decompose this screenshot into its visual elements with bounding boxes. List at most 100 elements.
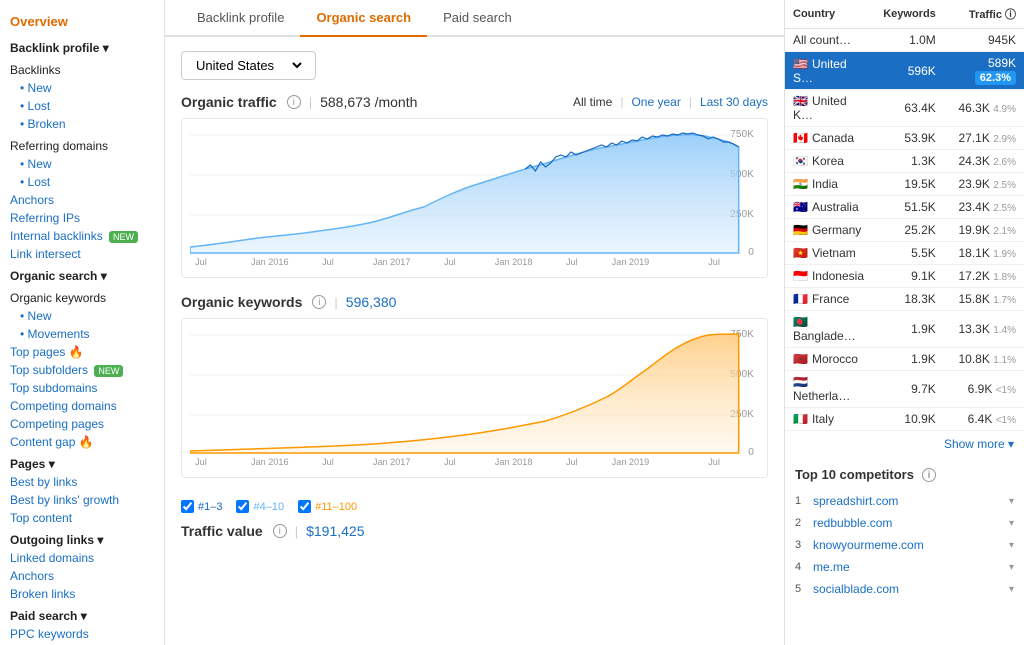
legend-item-11-100[interactable]: #11–100	[298, 500, 357, 513]
time-sep1: |	[620, 95, 623, 109]
organic-keywords-value: 596,380	[346, 294, 397, 310]
country-name-4: 🇮🇳India	[785, 173, 875, 196]
tab-bar: Backlink profile Organic search Paid sea…	[165, 0, 784, 37]
country-traffic-4: 23.9K 2.5%	[944, 173, 1024, 196]
competitor-item-2[interactable]: 3 knowyourmeme.com ▾	[795, 534, 1014, 556]
sidebar-item-broken-backlinks[interactable]: • Broken	[0, 115, 164, 133]
right-panel: Country Keywords Traffic ⓘ All count… 1.…	[784, 0, 1024, 645]
sidebar-item-top-pages[interactable]: Top pages 🔥	[0, 343, 164, 361]
sidebar-item-competing-pages[interactable]: Competing pages	[0, 415, 164, 433]
tab-paid-search[interactable]: Paid search	[427, 0, 528, 37]
competitors-section: Top 10 competitors i 1 spreadshirt.com ▾…	[785, 457, 1024, 610]
legend-checkbox-11-100[interactable]	[298, 500, 311, 513]
country-traffic-0: 589K 62.3%	[944, 52, 1024, 90]
country-name-13: 🇮🇹Italy	[785, 408, 875, 431]
svg-text:Jan 2017: Jan 2017	[373, 457, 411, 467]
country-traffic-5: 23.4K 2.5%	[944, 196, 1024, 219]
competitor-item-1[interactable]: 2 redbubble.com ▾	[795, 512, 1014, 534]
sidebar-item-movements[interactable]: • Movements	[0, 325, 164, 343]
competitor-item-0[interactable]: 1 spreadshirt.com ▾	[795, 490, 1014, 512]
svg-text:0: 0	[748, 247, 754, 258]
sidebar-item-anchors-2[interactable]: Anchors	[0, 567, 164, 585]
country-row-10[interactable]: 🇧🇩Banglade… 1.9K 13.3K 1.4%	[785, 311, 1024, 348]
sidebar-item-lost-referring[interactable]: • Lost	[0, 173, 164, 191]
tv-separator: |	[295, 524, 298, 539]
sidebar-item-top-subdomains[interactable]: Top subdomains	[0, 379, 164, 397]
time-last-30[interactable]: Last 30 days	[700, 95, 768, 109]
sidebar-item-new-referring[interactable]: • New	[0, 155, 164, 173]
sidebar-item-best-by-links-growth[interactable]: Best by links' growth	[0, 491, 164, 509]
competitor-name-2: knowyourmeme.com	[813, 538, 1007, 552]
country-row-11[interactable]: 🇲🇦Morocco 1.9K 10.8K 1.1%	[785, 348, 1024, 371]
competitors-title: Top 10 competitors i	[795, 467, 1014, 482]
sidebar-item-new-organic[interactable]: • New	[0, 307, 164, 325]
sidebar-item-lost-backlinks[interactable]: • Lost	[0, 97, 164, 115]
sidebar-section-organic-search[interactable]: Organic search ▾	[0, 263, 164, 285]
sidebar-item-competing-domains[interactable]: Competing domains	[0, 397, 164, 415]
sidebar-item-best-by-links[interactable]: Best by links	[0, 473, 164, 491]
country-traffic-11: 10.8K 1.1%	[944, 348, 1024, 371]
country-row-0[interactable]: 🇺🇸United S… 596K 589K 62.3%	[785, 52, 1024, 90]
sidebar-item-content-gap[interactable]: Content gap 🔥	[0, 433, 164, 451]
svg-text:Jul: Jul	[444, 457, 456, 467]
legend-label-1-3: #1–3	[198, 501, 222, 513]
sidebar-section-outgoing-links[interactable]: Outgoing links ▾	[0, 527, 164, 549]
country-row-13[interactable]: 🇮🇹Italy 10.9K 6.4K <1%	[785, 408, 1024, 431]
country-table-header: Country Keywords Traffic ⓘ	[785, 0, 1024, 29]
sidebar-overview[interactable]: Overview	[0, 8, 164, 35]
sidebar-item-broken-links[interactable]: Broken links	[0, 585, 164, 603]
country-row-7[interactable]: 🇻🇳Vietnam 5.5K 18.1K 1.9%	[785, 242, 1024, 265]
sidebar-item-linked-domains[interactable]: Linked domains	[0, 549, 164, 567]
sidebar-item-top-content[interactable]: Top content	[0, 509, 164, 527]
country-keywords-0: 596K	[875, 52, 944, 90]
sidebar-item-referring-ips[interactable]: Referring IPs	[0, 209, 164, 227]
svg-text:Jul: Jul	[708, 457, 720, 467]
legend-checkbox-1-3[interactable]	[181, 500, 194, 513]
country-name-1: 🇬🇧United K…	[785, 90, 875, 127]
legend-item-1-3[interactable]: #1–3	[181, 500, 222, 513]
sidebar-section-backlink-profile[interactable]: Backlink profile ▾	[0, 35, 164, 57]
country-selector-wrapper: United States All countries United Kingd…	[181, 51, 768, 94]
tab-backlink-profile[interactable]: Backlink profile	[181, 0, 300, 37]
country-name-8: 🇮🇩Indonesia	[785, 265, 875, 288]
country-traffic-1: 46.3K 4.9%	[944, 90, 1024, 127]
info-icon-comp: i	[922, 468, 936, 482]
sidebar-section-paid-search[interactable]: Paid search ▾	[0, 603, 164, 625]
competitor-item-3[interactable]: 4 me.me ▾	[795, 556, 1014, 578]
country-row-9[interactable]: 🇫🇷France 18.3K 15.8K 1.7%	[785, 288, 1024, 311]
sidebar-item-top-subfolders[interactable]: Top subfolders NEW	[0, 361, 164, 379]
time-one-year[interactable]: One year	[631, 95, 680, 109]
time-all[interactable]: All time	[573, 95, 612, 109]
sidebar-item-internal-backlinks[interactable]: Internal backlinks NEW	[0, 227, 164, 245]
info-icon-traffic: i	[287, 95, 301, 109]
new-badge: NEW	[109, 231, 138, 243]
sidebar-section-pages[interactable]: Pages ▾	[0, 451, 164, 473]
all-countries-row[interactable]: All count… 1.0M 945K	[785, 29, 1024, 52]
country-row-4[interactable]: 🇮🇳India 19.5K 23.9K 2.5%	[785, 173, 1024, 196]
legend-item-4-10[interactable]: #4–10	[236, 500, 284, 513]
country-row-5[interactable]: 🇦🇺Australia 51.5K 23.4K 2.5%	[785, 196, 1024, 219]
country-selector[interactable]: United States All countries United Kingd…	[181, 51, 316, 80]
show-more-btn[interactable]: Show more ▾	[785, 431, 1024, 457]
country-traffic-6: 19.9K 2.1%	[944, 219, 1024, 242]
tab-organic-search[interactable]: Organic search	[300, 0, 427, 37]
sidebar-item-ppc-keywords[interactable]: PPC keywords	[0, 625, 164, 643]
country-name-0: 🇺🇸United S…	[785, 52, 875, 90]
legend-checkbox-4-10[interactable]	[236, 500, 249, 513]
country-row-12[interactable]: 🇳🇱Netherla… 9.7K 6.9K <1%	[785, 371, 1024, 408]
sidebar-item-new-backlinks[interactable]: • New	[0, 79, 164, 97]
sidebar-item-anchors-1[interactable]: Anchors	[0, 191, 164, 209]
country-row-1[interactable]: 🇬🇧United K… 63.4K 46.3K 4.9%	[785, 90, 1024, 127]
competitor-name-3: me.me	[813, 560, 1007, 574]
country-name-7: 🇻🇳Vietnam	[785, 242, 875, 265]
country-row-3[interactable]: 🇰🇷Korea 1.3K 24.3K 2.6%	[785, 150, 1024, 173]
sidebar-item-link-intersect[interactable]: Link intersect	[0, 245, 164, 263]
country-row-8[interactable]: 🇮🇩Indonesia 9.1K 17.2K 1.8%	[785, 265, 1024, 288]
country-keywords-10: 1.9K	[875, 311, 944, 348]
competitor-item-4[interactable]: 5 socialblade.com ▾	[795, 578, 1014, 600]
country-select[interactable]: United States All countries United Kingd…	[192, 57, 305, 74]
country-row-2[interactable]: 🇨🇦Canada 53.9K 27.1K 2.9%	[785, 127, 1024, 150]
country-traffic-10: 13.3K 1.4%	[944, 311, 1024, 348]
country-row-6[interactable]: 🇩🇪Germany 25.2K 19.9K 2.1%	[785, 219, 1024, 242]
main-content: Backlink profile Organic search Paid sea…	[165, 0, 784, 645]
